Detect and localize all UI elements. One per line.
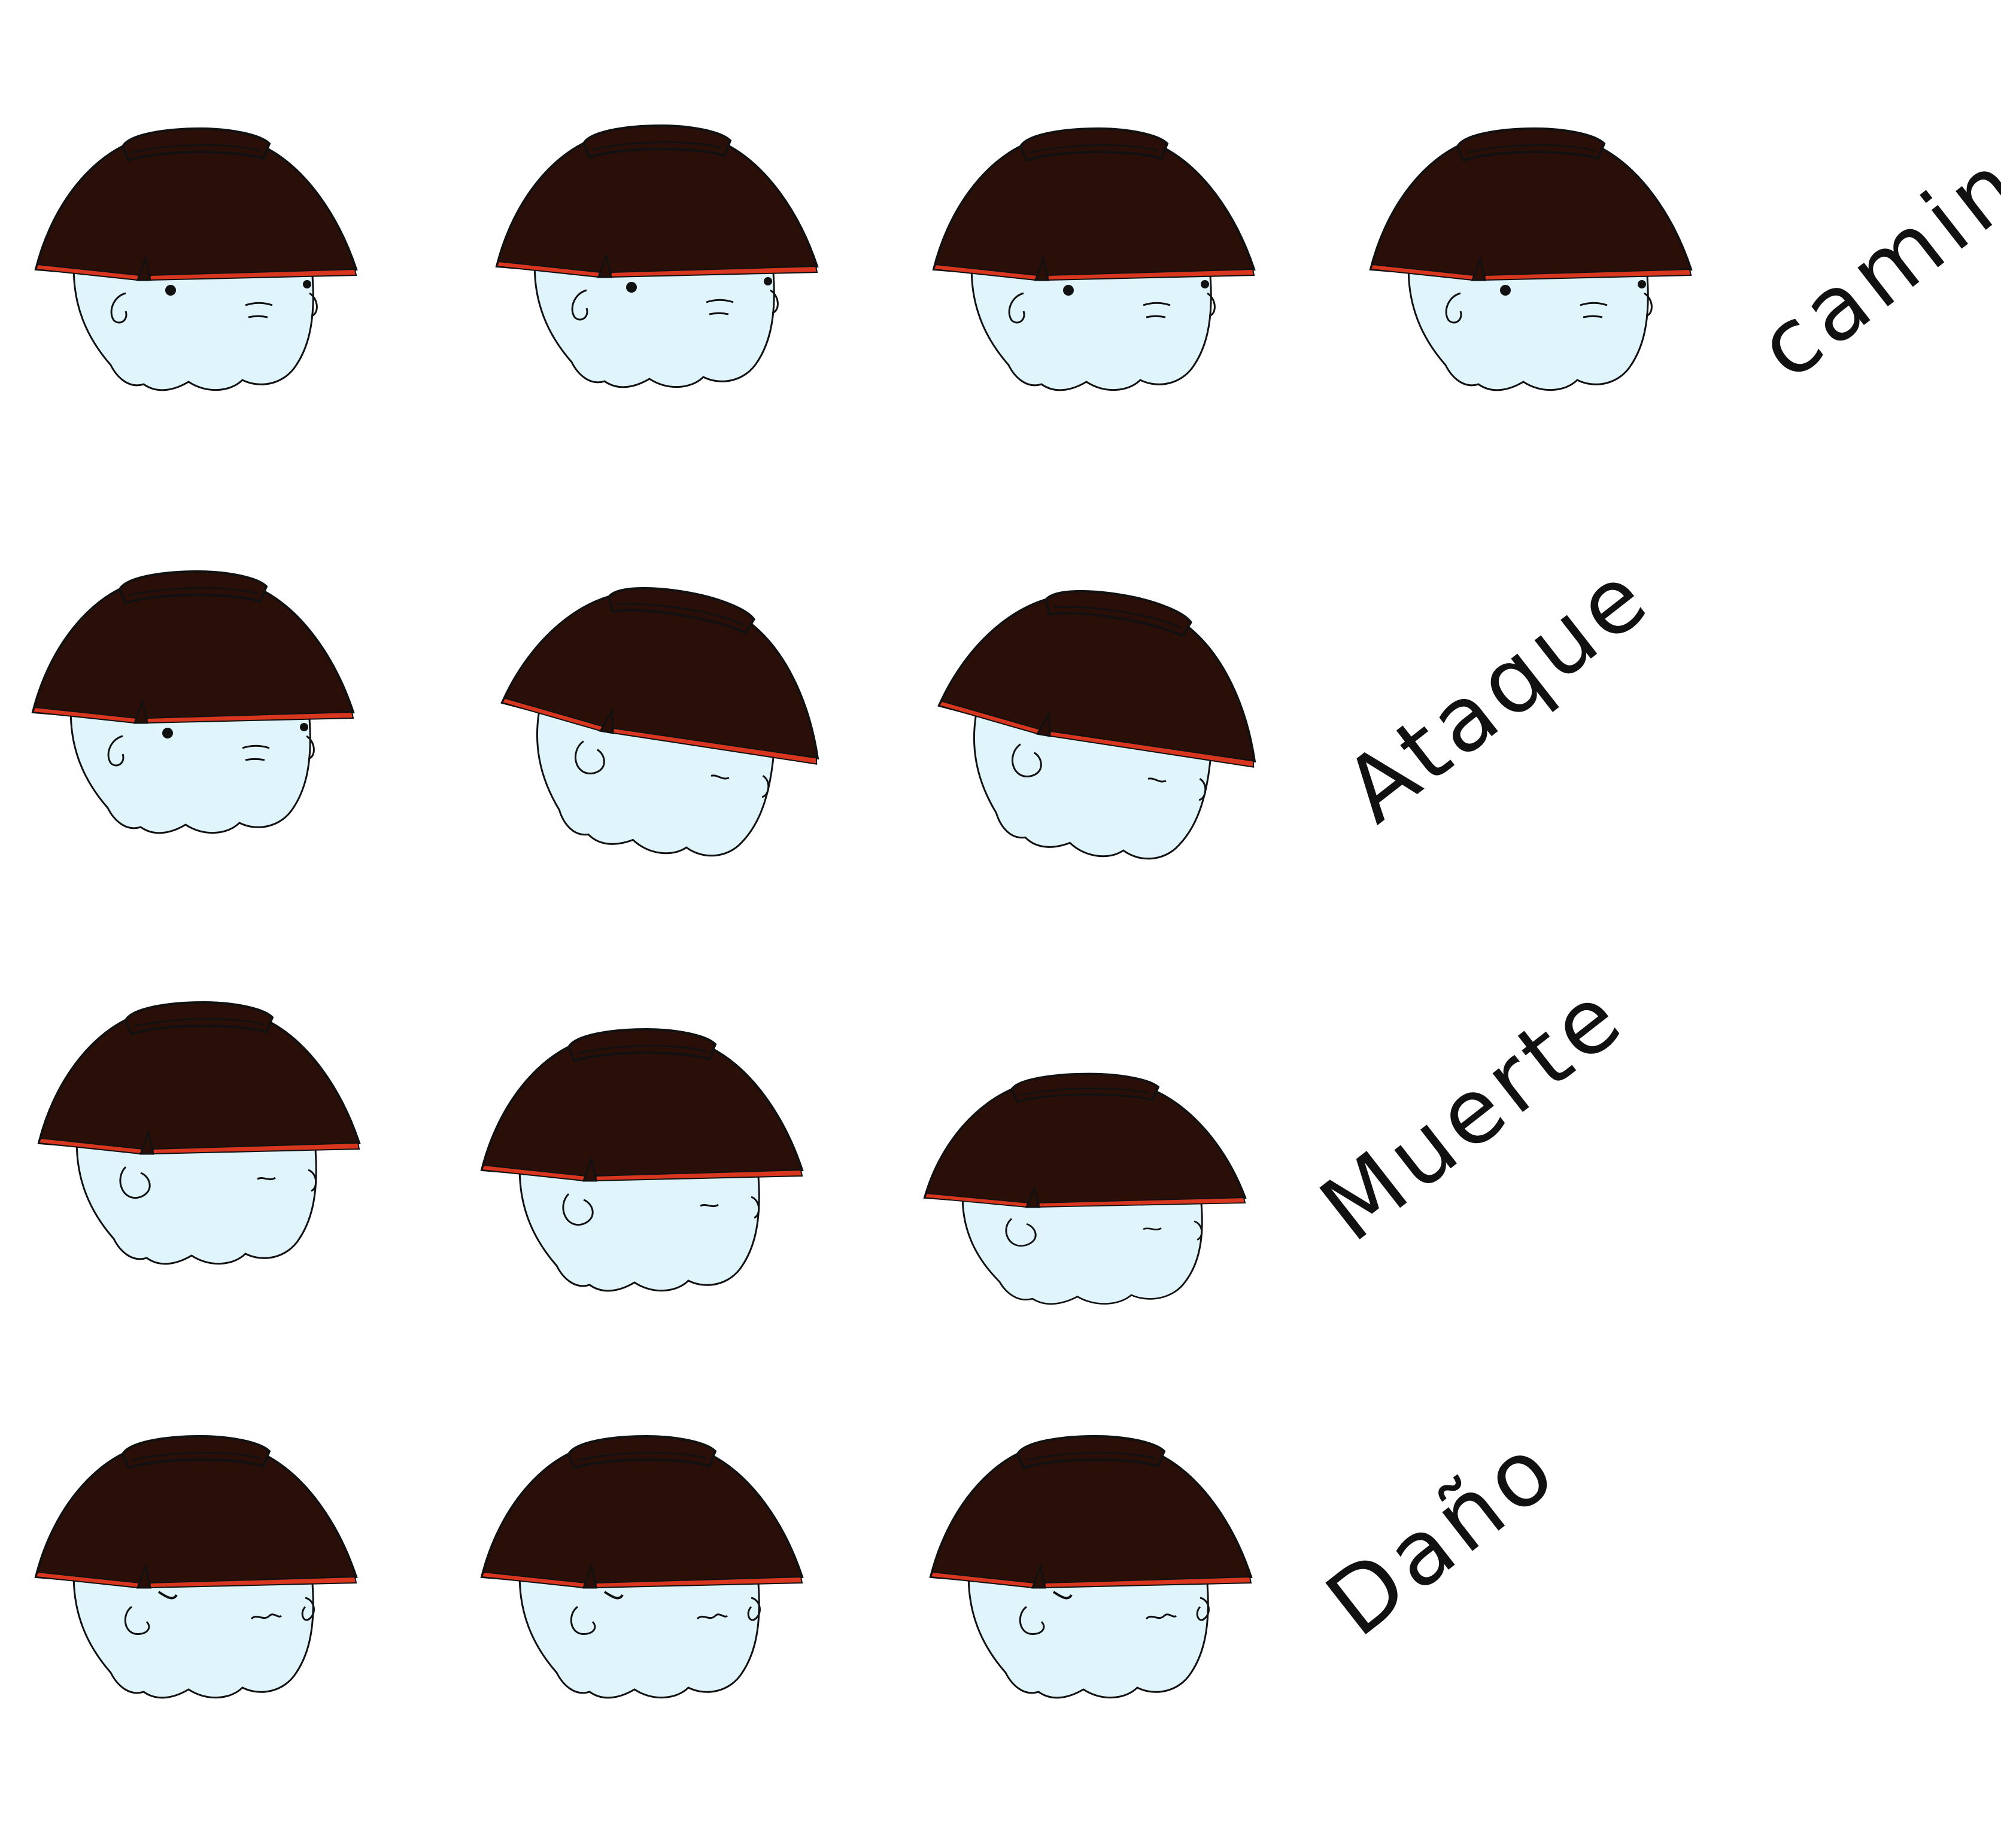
row-caminado: caminado <box>35 17 2001 400</box>
svg-text:Muerte: Muerte <box>1302 962 1644 1262</box>
sprite-frame-hurt-1 <box>35 1435 357 1699</box>
sprite-frame-attack-1 <box>32 570 354 834</box>
sprite-frame-hurt-2 <box>481 1435 803 1699</box>
sprite-frame-death-2 <box>481 1028 803 1292</box>
sprite-frame-walk-1 <box>35 127 357 391</box>
row-label-dano: Daño <box>1308 1415 1577 1656</box>
sprite-frame-walk-2 <box>496 124 818 388</box>
sprite-frame-hurt-3 <box>930 1435 1252 1699</box>
sprite-frame-death-3 <box>924 1072 1246 1305</box>
svg-text:Ataque: Ataque <box>1326 542 1670 843</box>
row-dano: Daño <box>35 1415 1577 1699</box>
sprite-frame-walk-3 <box>933 127 1255 391</box>
row-ataque: Ataque <box>32 542 1670 882</box>
row-label-caminado: caminado <box>1739 17 2001 400</box>
row-label-muerte: Muerte <box>1302 962 1644 1262</box>
sprite-frame-attack-2 <box>479 563 843 879</box>
row-label-ataque: Ataque <box>1326 542 1670 843</box>
sprite-frame-death-1 <box>38 1001 360 1265</box>
svg-text:caminado: caminado <box>1739 17 2001 400</box>
sprite-frame-attack-3 <box>916 566 1280 882</box>
row-muerte: Muerte <box>38 962 1644 1305</box>
sprite-frame-walk-4 <box>1370 127 1692 391</box>
svg-text:Daño: Daño <box>1308 1415 1577 1656</box>
sprite-sheet: caminado Ataque Muerte Daño <box>32 17 2001 1699</box>
